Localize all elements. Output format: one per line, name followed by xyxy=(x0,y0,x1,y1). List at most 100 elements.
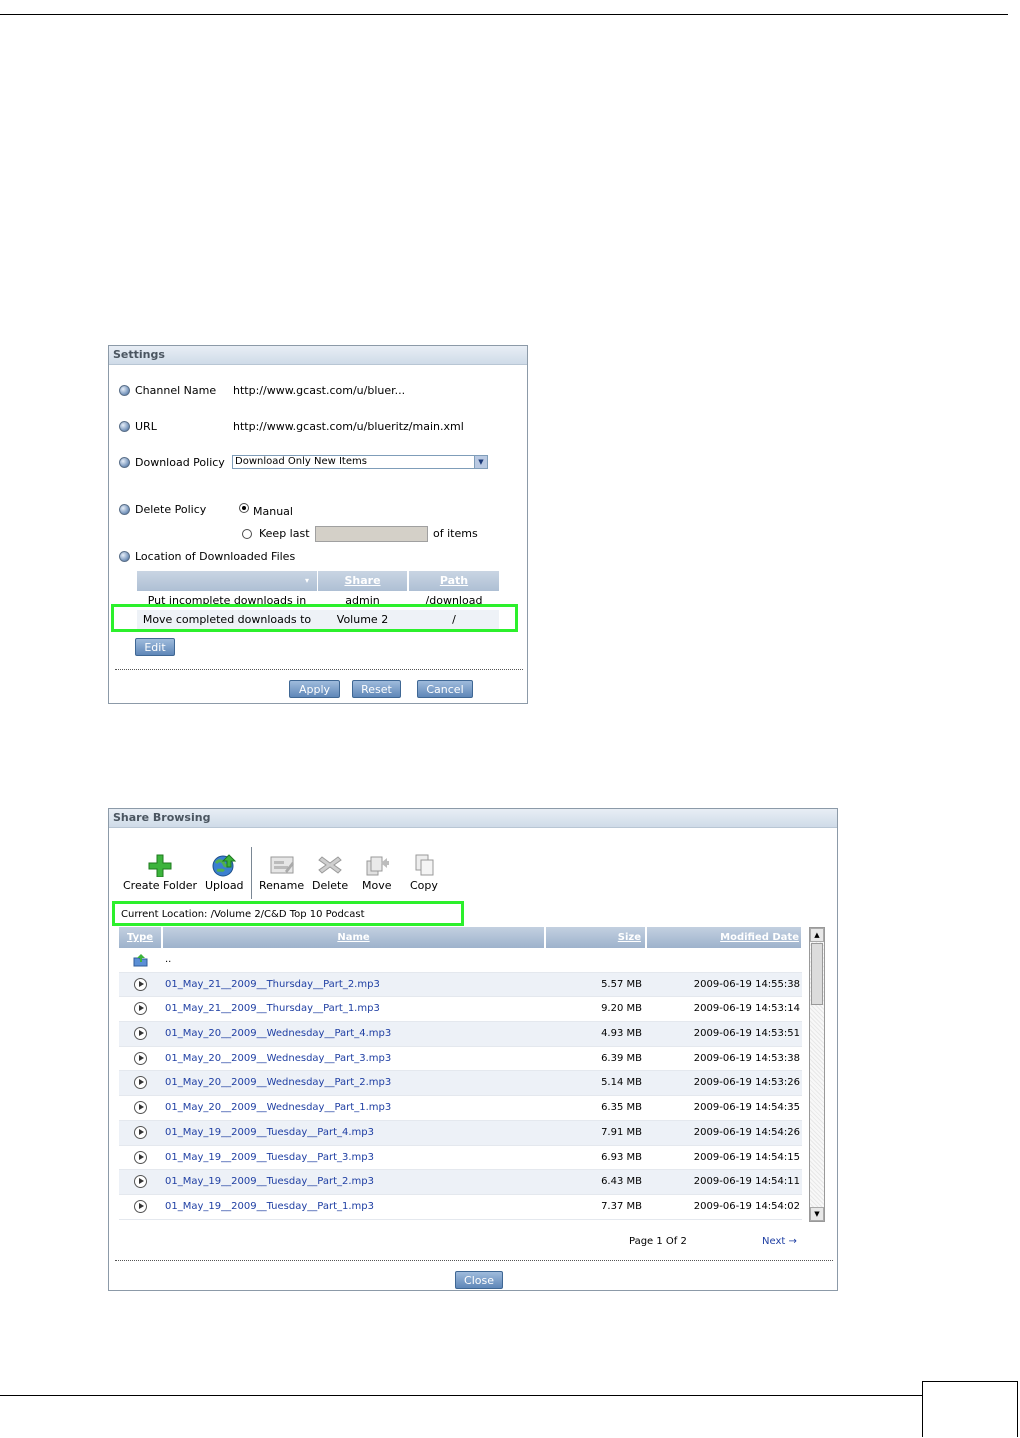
file-name[interactable]: 01_May_19__2009__Tuesday__Part_4.mp3 xyxy=(165,1121,374,1145)
next-link[interactable]: Next → xyxy=(762,1236,797,1247)
file-row[interactable]: 01_May_21__2009__Thursday__Part_1.mp3 9.2… xyxy=(119,997,802,1023)
move-icon xyxy=(364,853,390,877)
keep-last-radio[interactable] xyxy=(242,529,252,539)
download-policy-value: Download Only New Items xyxy=(235,456,367,467)
file-size: 5.57 MB xyxy=(601,978,642,990)
file-name[interactable]: 01_May_20__2009__Wednesday__Part_3.mp3 xyxy=(165,1047,391,1071)
file-row[interactable]: 01_May_20__2009__Wednesday__Part_3.mp3 6.… xyxy=(119,1047,802,1072)
file-size: 7.37 MB xyxy=(601,1200,642,1212)
rename-label: Rename xyxy=(259,879,305,892)
upload-button[interactable]: Upload xyxy=(205,853,244,892)
download-policy-select[interactable]: Download Only New Items ▼ xyxy=(232,455,488,469)
channel-name-label: Channel Name xyxy=(135,384,217,397)
chevron-down-icon[interactable]: ▼ xyxy=(474,456,487,468)
play-icon[interactable] xyxy=(134,1002,147,1016)
rename-button[interactable]: Rename xyxy=(259,853,304,892)
scroll-thumb[interactable] xyxy=(811,943,823,1005)
move-button[interactable]: Move xyxy=(362,853,392,892)
bullet-icon xyxy=(119,504,130,515)
keep-last-input[interactable] xyxy=(315,526,428,542)
scroll-up-icon[interactable]: ▲ xyxy=(810,928,824,942)
share-col-header[interactable]: Share xyxy=(318,571,408,591)
file-size: 6.35 MB xyxy=(601,1102,642,1114)
share-browsing-panel: Share Browsing Create Folder Upload Rena… xyxy=(108,808,838,1291)
bullet-icon xyxy=(119,551,130,562)
channel-name-row: Channel Name http://www.gcast.com/u/blue… xyxy=(109,383,527,399)
parent-folder-name: .. xyxy=(165,954,172,965)
play-icon[interactable] xyxy=(134,1150,147,1164)
file-name[interactable]: 01_May_20__2009__Wednesday__Part_4.mp3 xyxy=(165,1022,391,1046)
bullet-icon xyxy=(119,457,130,468)
scroll-down-icon[interactable]: ▼ xyxy=(810,1207,824,1221)
play-icon[interactable] xyxy=(134,1101,147,1115)
file-row[interactable]: 01_May_19__2009__Tuesday__Part_4.mp3 7.91… xyxy=(119,1120,802,1146)
copy-button[interactable]: Copy xyxy=(410,853,438,892)
plus-icon xyxy=(147,853,173,878)
modified-col-header[interactable]: Modified Date xyxy=(647,927,802,948)
file-row[interactable]: 01_May_20__2009__Wednesday__Part_4.mp3 4.… xyxy=(119,1022,802,1047)
play-icon[interactable] xyxy=(134,1051,147,1065)
channel-name-value: http://www.gcast.com/u/bluer... xyxy=(233,384,406,397)
share-title: Share Browsing xyxy=(109,809,837,828)
play-icon[interactable] xyxy=(134,1125,147,1139)
create-folder-button[interactable]: Create Folder xyxy=(123,853,197,892)
url-label: URL xyxy=(135,420,157,433)
file-row[interactable]: 01_May_20__2009__Wednesday__Part_2.mp3 5.… xyxy=(119,1071,802,1097)
vertical-scrollbar[interactable]: ▲ ▼ xyxy=(809,927,825,1222)
move-label: Move xyxy=(362,879,392,892)
parent-folder-row[interactable]: .. xyxy=(119,948,802,973)
play-icon[interactable] xyxy=(134,1175,147,1189)
file-size: 7.91 MB xyxy=(601,1126,642,1138)
keep-last-row: Keep last of items xyxy=(109,526,527,542)
copy-label: Copy xyxy=(410,879,438,892)
play-icon[interactable] xyxy=(134,1199,147,1213)
file-row[interactable]: 01_May_19__2009__Tuesday__Part_1.mp3 7.37… xyxy=(119,1195,802,1220)
create-folder-label: Create Folder xyxy=(123,879,198,892)
close-button[interactable]: Close xyxy=(455,1271,503,1289)
apply-button[interactable]: Apply xyxy=(289,680,340,698)
name-col-header[interactable]: Name xyxy=(163,927,545,948)
file-name[interactable]: 01_May_19__2009__Tuesday__Part_3.mp3 xyxy=(165,1146,374,1170)
edit-button[interactable]: Edit xyxy=(135,638,175,656)
file-date: 2009-06-19 14:54:35 xyxy=(693,1102,800,1114)
file-size: 6.39 MB xyxy=(601,1052,642,1064)
file-name[interactable]: 01_May_20__2009__Wednesday__Part_1.mp3 xyxy=(165,1096,391,1120)
file-date: 2009-06-19 14:53:26 xyxy=(693,1077,800,1089)
file-row[interactable]: 01_May_19__2009__Tuesday__Part_2.mp3 6.43… xyxy=(119,1170,802,1195)
play-icon[interactable] xyxy=(134,1027,147,1041)
copy-icon xyxy=(411,853,437,877)
file-row[interactable]: 01_May_21__2009__Thursday__Part_2.mp3 5.5… xyxy=(119,972,802,998)
file-row[interactable]: 01_May_19__2009__Tuesday__Part_3.mp3 6.93… xyxy=(119,1146,802,1171)
type-col-header[interactable]: Type xyxy=(119,927,162,948)
url-row: URL http://www.gcast.com/u/blueritz/main… xyxy=(109,419,527,435)
reset-button[interactable]: Reset xyxy=(352,680,401,698)
location-table-header: ▾ Share Path xyxy=(137,571,500,591)
manual-radio[interactable] xyxy=(239,503,249,513)
file-date: 2009-06-19 14:54:15 xyxy=(693,1151,800,1163)
keep-last-label: Keep last xyxy=(259,527,310,540)
globe-upload-icon xyxy=(211,853,237,877)
file-date: 2009-06-19 14:55:38 xyxy=(693,978,800,990)
path-col-header[interactable]: Path xyxy=(409,571,500,591)
file-date: 2009-06-19 14:53:14 xyxy=(693,1003,800,1015)
manual-label: Manual xyxy=(253,505,293,518)
play-icon[interactable] xyxy=(134,1076,147,1090)
file-name[interactable]: 01_May_21__2009__Thursday__Part_2.mp3 xyxy=(165,973,380,997)
delete-button[interactable]: Delete xyxy=(312,853,348,892)
file-row[interactable]: 01_May_20__2009__Wednesday__Part_1.mp3 6.… xyxy=(119,1096,802,1121)
file-name[interactable]: 01_May_19__2009__Tuesday__Part_2.mp3 xyxy=(165,1170,374,1194)
size-col-header[interactable]: Size xyxy=(546,927,646,948)
top-rule xyxy=(0,14,1008,15)
file-name[interactable]: 01_May_19__2009__Tuesday__Part_1.mp3 xyxy=(165,1195,374,1219)
play-icon[interactable] xyxy=(134,977,147,991)
cancel-button[interactable]: Cancel xyxy=(417,680,473,698)
file-size: 9.20 MB xyxy=(601,1003,642,1015)
location-col-sort[interactable]: ▾ xyxy=(137,571,318,591)
file-date: 2009-06-19 14:54:26 xyxy=(693,1126,800,1138)
delete-policy-label: Delete Policy xyxy=(135,503,207,516)
file-name[interactable]: 01_May_20__2009__Wednesday__Part_2.mp3 xyxy=(165,1071,391,1095)
sort-icon: ▾ xyxy=(304,576,309,585)
highlight-box xyxy=(112,901,464,926)
file-table: Type Name Size Modified Date .. 01_May_2… xyxy=(119,927,802,1220)
file-name[interactable]: 01_May_21__2009__Thursday__Part_1.mp3 xyxy=(165,997,380,1021)
